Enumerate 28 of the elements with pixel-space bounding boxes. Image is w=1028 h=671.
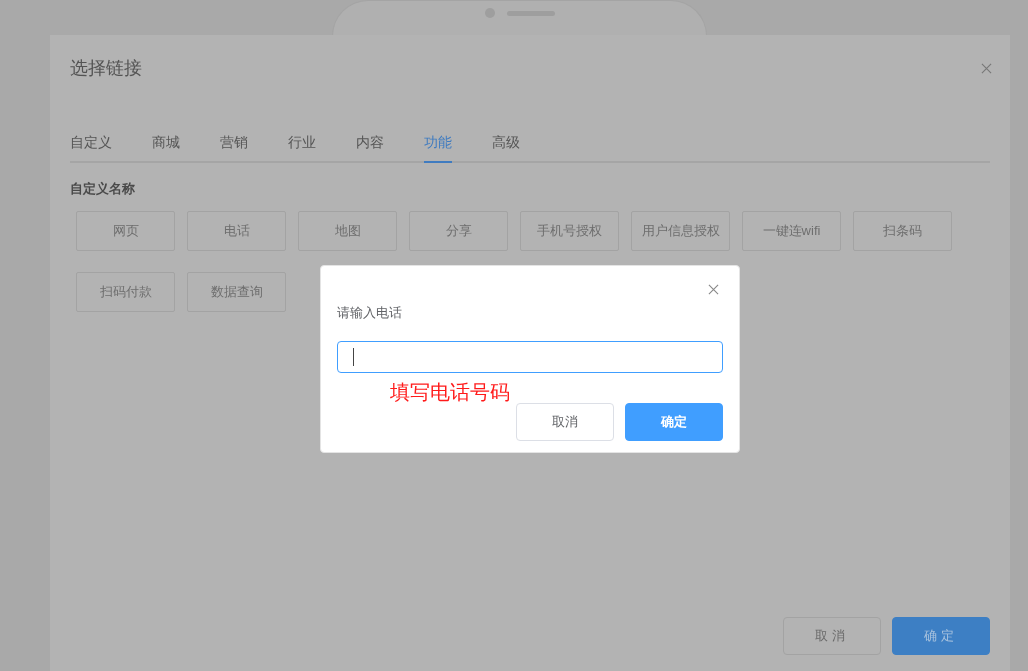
modal-label: 请输入电话	[337, 304, 403, 322]
annotation-text: 填写电话号码	[390, 379, 511, 405]
confirm-button[interactable]: 确定	[892, 617, 990, 655]
link-option[interactable]: 扫码付款	[76, 271, 175, 312]
link-option[interactable]: 电话	[187, 210, 286, 251]
close-icon[interactable]	[981, 63, 992, 74]
tab[interactable]: 功能	[424, 132, 452, 163]
tab[interactable]: 营销	[220, 132, 248, 163]
dialog-title: 选择链接	[70, 57, 142, 80]
link-option[interactable]: 手机号授权	[520, 210, 619, 251]
text-cursor	[353, 347, 354, 366]
cancel-button[interactable]: 取消	[516, 402, 614, 441]
tab[interactable]: 行业	[288, 132, 316, 163]
link-option[interactable]: 网页	[76, 210, 175, 251]
link-option[interactable]: 数据查询	[187, 271, 286, 312]
tab[interactable]: 内容	[356, 132, 384, 163]
phone-input-field[interactable]	[337, 340, 723, 373]
link-option[interactable]: 分享	[409, 210, 508, 251]
section-label: 自定义名称	[70, 180, 136, 198]
cancel-button[interactable]: 取消	[783, 617, 881, 655]
link-option[interactable]: 用户信息授权	[631, 210, 730, 251]
tab[interactable]: 高级	[492, 132, 520, 163]
close-icon[interactable]	[708, 284, 719, 295]
link-option[interactable]: 地图	[298, 210, 397, 251]
link-option[interactable]: 扫条码	[853, 210, 952, 251]
tab[interactable]: 商城	[152, 132, 180, 163]
tab[interactable]: 自定义	[70, 132, 112, 163]
confirm-button[interactable]: 确定	[625, 402, 723, 441]
